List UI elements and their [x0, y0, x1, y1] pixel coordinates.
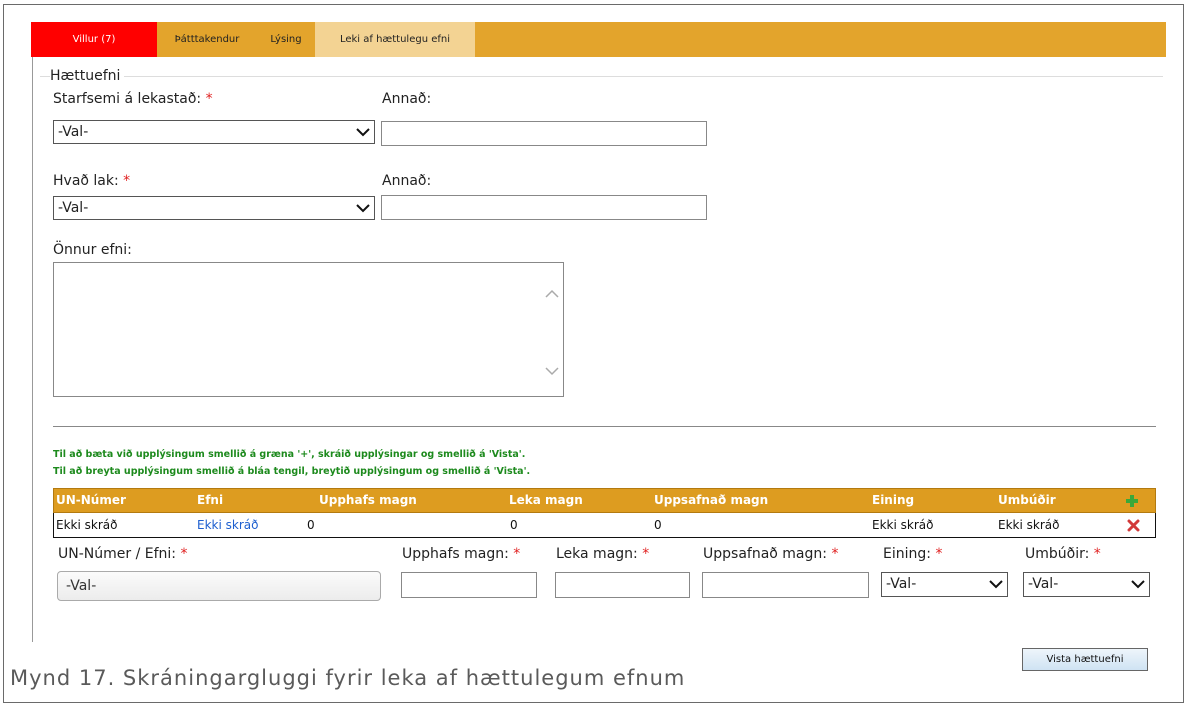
upphafs-magn-input[interactable] [401, 572, 537, 598]
required-mark: * [123, 173, 131, 189]
hvad-lak-label: Hvað lak: [53, 173, 119, 189]
col-leka-magn: Leka magn [509, 493, 583, 507]
delete-x-icon[interactable] [1127, 519, 1140, 532]
required-mark: * [180, 546, 188, 562]
required-mark: * [642, 546, 650, 562]
upphafs-magn-label: Upphafs magn: [402, 546, 509, 562]
starfsemi-select[interactable]: -Val- [53, 120, 375, 144]
onnur-efni-label: Önnur efni: [53, 242, 132, 258]
hvad-lak-select[interactable]: -Val- [53, 196, 375, 220]
cell-un-numer: Ekki skráð [56, 518, 118, 532]
col-efni: Efni [197, 493, 224, 507]
cell-leka-magn: 0 [510, 518, 518, 532]
required-mark: * [513, 546, 521, 562]
required-mark: * [935, 546, 943, 562]
umbudir-label: Umbúðir: [1025, 546, 1090, 562]
cell-upphafs-magn: 0 [307, 518, 315, 532]
leka-label-wrap: Leka magn: * [556, 546, 649, 562]
hint-edit: Til að breyta upplýsingum smellið á bláa… [53, 466, 531, 477]
hvad-lak-select-value: -Val- [58, 200, 89, 216]
cell-efni-link[interactable]: Ekki skráð [197, 513, 258, 537]
add-plus-icon[interactable] [1125, 494, 1139, 508]
scroll-up-icon[interactable] [545, 287, 559, 301]
umbudir-label-wrap: Umbúðir: * [1025, 546, 1101, 562]
uppsafnad-magn-input[interactable] [702, 572, 869, 598]
hvad-lak-label-wrap: Hvað lak: * [53, 173, 130, 189]
table-header: UN-Númer Efni Upphafs magn Leka magn Upp… [53, 488, 1156, 513]
uppsafnad-label-wrap: Uppsafnað magn: * [703, 546, 838, 562]
col-eining: Eining [872, 493, 915, 507]
eining-label-wrap: Eining: * [883, 546, 942, 562]
eining-select[interactable]: -Val- [881, 572, 1008, 597]
hint-add: Til að bæta við upplýsingum smellið á gr… [53, 449, 526, 460]
leka-magn-label: Leka magn: [556, 546, 638, 562]
umbudir-select[interactable]: -Val- [1023, 572, 1150, 597]
scroll-down-icon[interactable] [545, 364, 559, 378]
vista-haettuefni-button[interactable]: Vista hættuefni [1022, 648, 1148, 671]
onnur-efni-textarea[interactable] [53, 262, 564, 397]
un-numer-label: UN-Númer / Efni: [58, 546, 176, 562]
col-upphafs-magn: Upphafs magn [319, 493, 417, 507]
umbudir-select-value: -Val- [1028, 576, 1059, 592]
panel-border [32, 57, 33, 642]
tab-thatttakendur[interactable]: Þátttakendur [157, 22, 257, 57]
starfsemi-label: Starfsemi á lekastað: [53, 91, 202, 107]
chevron-down-icon [1131, 580, 1145, 589]
cell-eining: Ekki skráð [872, 518, 934, 532]
section-divider [53, 426, 1156, 427]
required-mark: * [1093, 546, 1101, 562]
tab-villur[interactable]: Villur (7) [31, 22, 157, 57]
figure-caption: Mynd 17. Skráningargluggi fyrir leka af … [10, 666, 686, 690]
annad1-input[interactable] [381, 121, 707, 146]
required-mark: * [205, 91, 213, 107]
chevron-down-icon [356, 204, 370, 213]
col-umbudir: Umbúðir [998, 493, 1056, 507]
un-numer-label-wrap: UN-Númer / Efni: * [58, 546, 187, 562]
upphafs-label-wrap: Upphafs magn: * [402, 546, 520, 562]
col-uppsafnad-magn: Uppsafnað magn [654, 493, 769, 507]
table-row: Ekki skráð Ekki skráð 0 0 0 Ekki skráð E… [53, 513, 1156, 538]
cell-uppsafnad-magn: 0 [654, 518, 662, 532]
chevron-down-icon [356, 128, 370, 137]
tab-leki-af-haettulegu-efni[interactable]: Leki af hættulegu efni [315, 22, 475, 57]
starfsemi-select-value: -Val- [58, 124, 89, 140]
tab-lysing[interactable]: Lýsing [257, 22, 315, 57]
col-un-numer: UN-Númer [56, 493, 126, 507]
fieldset-legend: Hættuefni [50, 68, 125, 84]
required-mark: * [831, 546, 839, 562]
cell-umbudir: Ekki skráð [998, 518, 1060, 532]
starfsemi-label-wrap: Starfsemi á lekastað: * [53, 91, 213, 107]
tab-bar: Villur (7) Þátttakendur Lýsing Leki af h… [31, 22, 1166, 57]
un-numer-select[interactable]: -Val- [57, 571, 381, 601]
chevron-down-icon [989, 580, 1003, 589]
leka-magn-input[interactable] [555, 572, 690, 598]
eining-label: Eining: [883, 546, 931, 562]
uppsafnad-magn-label: Uppsafnað magn: [703, 546, 827, 562]
eining-select-value: -Val- [886, 576, 917, 592]
annad2-label: Annað: [382, 173, 432, 189]
annad1-label: Annað: [382, 91, 432, 107]
fieldset-border [40, 76, 1163, 77]
annad2-input[interactable] [381, 195, 707, 220]
